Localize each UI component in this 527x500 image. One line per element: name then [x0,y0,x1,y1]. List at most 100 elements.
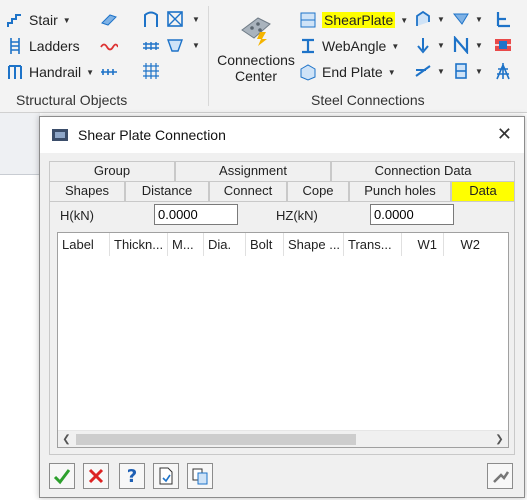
close-icon[interactable]: ✕ [497,125,512,143]
shear-plate-app-icon [52,129,68,141]
question-mark-icon: ? [126,465,138,487]
tower-icon[interactable] [494,62,512,80]
ladders-button[interactable]: Ladders [6,35,80,57]
pick-tool-icon [493,471,509,483]
dialog-title: Shear Plate Connection [78,127,226,143]
column-header-shape[interactable]: Shape ... [284,233,344,256]
shear-plate-icon [300,12,316,28]
tab-assignment[interactable]: Assignment [175,161,331,181]
chevron-down-icon[interactable]: ▼ [86,68,94,77]
cap-plate-icon[interactable] [452,62,470,80]
chevron-down-icon[interactable]: ▼ [475,67,483,76]
connections-center-label-2: Center [234,68,278,84]
rail-icon[interactable] [100,63,118,81]
chevron-down-icon[interactable]: ▼ [475,15,483,24]
end-plate-icon [300,64,316,81]
connections-center-label-1: Connections [217,52,295,68]
shear-plate-label: ShearPlate [322,12,396,28]
h-label: H(kN) [60,208,94,223]
n-brace-icon[interactable] [452,36,470,54]
bracket-icon[interactable] [414,10,432,28]
structural-objects-group-label: Structural Objects [16,92,128,108]
tab-punch-holes[interactable]: Punch holes [349,181,451,201]
web-angle-button[interactable]: WebAngle ▼ [299,35,399,57]
beam-splice-icon[interactable] [494,36,512,54]
background-strip [0,113,40,175]
handrail-icon [8,65,22,79]
chevron-down-icon[interactable]: ▼ [437,15,445,24]
column-header-thickness[interactable]: Thickn... [110,233,168,256]
chevron-down-icon[interactable]: ▼ [388,68,396,77]
column-header-diameter[interactable]: Dia. [204,233,246,256]
end-plate-button[interactable]: End Plate ▼ [299,61,396,83]
ladder-icon [10,38,20,54]
chevron-down-icon[interactable]: ▼ [475,41,483,50]
handrail-label: Handrail [29,64,82,80]
data-grid[interactable]: Label Thickn... M... Dia. Bolt Shape ...… [57,232,509,448]
chevron-down-icon[interactable]: ▼ [192,15,200,24]
ok-button[interactable] [49,463,75,489]
column-base-icon[interactable] [494,10,512,28]
hopper-icon[interactable] [166,36,184,54]
document-icon [159,467,173,485]
column-header-w2[interactable]: W2 [444,233,486,256]
group-separator [208,6,209,106]
chevron-down-icon[interactable]: ▼ [437,41,445,50]
scroll-right-icon[interactable]: ❯ [491,431,508,448]
grid-icon[interactable] [142,62,160,80]
tab-connection-data[interactable]: Connection Data [331,161,515,181]
column-header-material[interactable]: M... [168,233,204,256]
cancel-button[interactable] [83,463,109,489]
stair-button[interactable]: Stair ▼ [6,9,71,31]
ribbon: Stair ▼ Ladders Handrail ▼ ▼ ▼ Structura… [0,0,527,113]
shear-plate-dialog: Shear Plate Connection ✕ Group Assignmen… [39,116,525,498]
tab-connect[interactable]: Connect [209,181,287,201]
frame-icon[interactable] [142,10,160,28]
dialog-toolbar: ? [40,459,524,497]
splice-icon[interactable] [414,36,432,54]
connections-center-icon [241,17,271,46]
steel-connections-group-label: Steel Connections [311,92,425,108]
chevron-down-icon[interactable]: ▼ [192,41,200,50]
stair-icon [7,14,21,27]
scrollbar-thumb[interactable] [76,434,356,445]
chevron-down-icon[interactable]: ▼ [400,16,408,25]
column-header-label[interactable]: Label [58,233,110,256]
chevron-down-icon[interactable]: ▼ [437,67,445,76]
column-header-trans[interactable]: Trans... [344,233,402,256]
plate-icon[interactable] [100,11,118,29]
connections-center-button[interactable]: Connections Center [216,52,296,84]
ladders-label: Ladders [29,38,80,54]
tab-cope[interactable]: Cope [287,181,349,201]
scroll-left-icon[interactable]: ❮ [58,431,75,448]
stiffener-icon[interactable] [414,62,432,80]
tab-distance[interactable]: Distance [125,181,209,201]
checkmark-icon [53,469,71,485]
hz-input[interactable] [370,204,454,225]
handrail-button[interactable]: Handrail ▼ [6,61,94,83]
chevron-down-icon[interactable]: ▼ [391,42,399,51]
horizontal-scrollbar[interactable]: ❮ ❯ [58,430,508,447]
end-plate-label: End Plate [322,64,383,80]
load-file-button[interactable] [153,463,179,489]
stair-label: Stair [29,12,58,28]
chevron-down-icon[interactable]: ▼ [63,16,71,25]
grating-icon[interactable] [142,37,160,55]
column-header-w1[interactable]: W1 [402,233,444,256]
help-button[interactable]: ? [119,463,145,489]
bracing-icon[interactable] [166,10,184,28]
wave-icon[interactable] [100,37,118,55]
h-input[interactable] [154,204,238,225]
pick-button[interactable] [487,463,513,489]
data-tab-panel: H(kN) HZ(kN) Label Thickn... M... Dia. B… [49,201,515,455]
tab-shapes[interactable]: Shapes [49,181,125,201]
tab-group[interactable]: Group [49,161,175,181]
copy-button[interactable] [187,463,213,489]
tabs-row-bottom: Shapes Distance Connect Cope Punch holes… [49,181,515,201]
dialog-titlebar[interactable]: Shear Plate Connection ✕ [40,117,524,153]
web-angle-label: WebAngle [322,38,387,54]
tab-data[interactable]: Data [451,181,515,201]
gusset-icon[interactable] [452,10,470,28]
shear-plate-button[interactable]: ShearPlate ▼ [299,9,408,31]
column-header-bolt[interactable]: Bolt [246,233,284,256]
